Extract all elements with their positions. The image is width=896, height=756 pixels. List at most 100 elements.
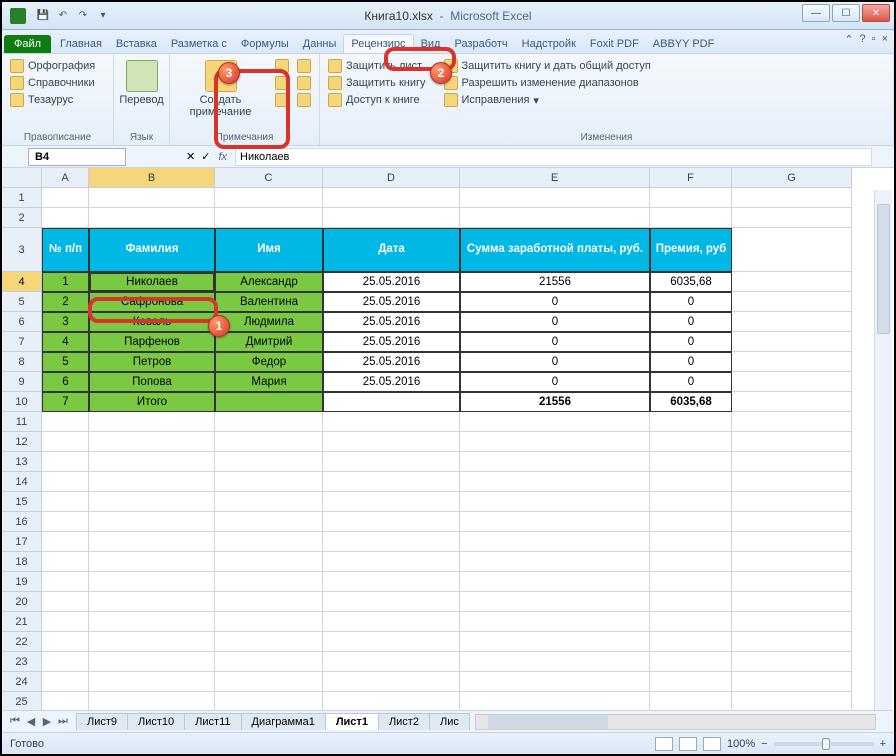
row-header[interactable]: 22	[2, 632, 42, 652]
table-cell[interactable]: 0	[460, 332, 650, 352]
row-header[interactable]: 23	[2, 652, 42, 672]
table-cell[interactable]: 6	[42, 372, 89, 392]
table-cell[interactable]: 4	[42, 332, 89, 352]
table-cell[interactable]: Попова	[89, 372, 215, 392]
table-cell[interactable]: 25.05.2016	[323, 312, 460, 332]
table-cell[interactable]: 25.05.2016	[323, 272, 460, 292]
close-workbook-icon[interactable]: ×	[882, 33, 888, 46]
qat-more-icon[interactable]: ▾	[94, 7, 112, 25]
view-layout-button[interactable]	[679, 737, 697, 751]
table-cell[interactable]: 1	[42, 272, 89, 292]
zoom-in-icon[interactable]: +	[880, 738, 886, 750]
track-changes-button[interactable]: Исправления ▾	[442, 92, 653, 108]
col-header-c[interactable]: C	[215, 168, 323, 188]
protect-share-button[interactable]: Защитить книгу и дать общий доступ	[442, 58, 653, 74]
close-button[interactable]: ✕	[862, 4, 890, 22]
table-cell[interactable]: Николаев	[89, 272, 215, 292]
reference-button[interactable]: Справочники	[8, 75, 107, 91]
row-header[interactable]: 3	[2, 228, 42, 272]
tab-view[interactable]: Вид	[414, 35, 448, 53]
tab-developer[interactable]: Разработч	[447, 35, 514, 53]
table-cell[interactable]: 0	[460, 312, 650, 332]
share-book-button[interactable]: Доступ к книге	[326, 92, 428, 108]
undo-icon[interactable]: ↶	[54, 7, 72, 25]
row-header[interactable]: 24	[2, 672, 42, 692]
table-cell[interactable]: Парфенов	[89, 332, 215, 352]
select-all-corner[interactable]	[2, 168, 42, 188]
allow-ranges-button[interactable]: Разрешить изменение диапазонов	[442, 75, 653, 91]
table-cell[interactable]: Людмила	[215, 312, 323, 332]
sheet-nav-prev-icon[interactable]: ◀	[24, 715, 38, 729]
sheet-tab[interactable]: Лист9	[76, 713, 128, 730]
zoom-level[interactable]: 100%	[727, 738, 755, 750]
zoom-out-icon[interactable]: −	[761, 738, 767, 750]
row-header[interactable]: 9	[2, 372, 42, 392]
fx-icon[interactable]: fx	[218, 151, 227, 163]
delete-comment-button[interactable]	[273, 58, 291, 74]
help-icon[interactable]: ?	[860, 33, 866, 46]
row-header[interactable]: 8	[2, 352, 42, 372]
sheet-nav-last-icon[interactable]: ⏭	[56, 715, 70, 729]
show-comment-button[interactable]	[295, 58, 313, 74]
horizontal-scrollbar[interactable]	[475, 714, 876, 730]
table-cell[interactable]: 0	[650, 312, 732, 332]
prev-comment-button[interactable]	[273, 75, 291, 91]
table-cell[interactable]: 25.05.2016	[323, 352, 460, 372]
table-cell[interactable]: 0	[460, 372, 650, 392]
row-header[interactable]: 17	[2, 532, 42, 552]
table-cell[interactable]: 0	[650, 292, 732, 312]
formula-input[interactable]: Николаев	[235, 148, 872, 166]
col-header-e[interactable]: E	[460, 168, 650, 188]
table-cell[interactable]: Дмитрий	[215, 332, 323, 352]
table-cell[interactable]: 0	[650, 352, 732, 372]
table-header[interactable]: Фамилия	[89, 228, 215, 272]
sheet-tab[interactable]: Лист11	[184, 713, 241, 730]
row-header[interactable]: 18	[2, 552, 42, 572]
table-cell[interactable]: Петров	[89, 352, 215, 372]
tab-file[interactable]: Файл	[4, 35, 51, 53]
next-comment-button[interactable]	[273, 92, 291, 108]
tab-abbyy[interactable]: ABBYY PDF	[646, 35, 722, 53]
view-break-button[interactable]	[703, 737, 721, 751]
name-box[interactable]: B4	[28, 148, 126, 166]
table-cell[interactable]: 3	[42, 312, 89, 332]
row-header[interactable]: 13	[2, 452, 42, 472]
show-ink-button[interactable]	[295, 92, 313, 108]
view-normal-button[interactable]	[655, 737, 673, 751]
col-header-d[interactable]: D	[323, 168, 460, 188]
table-header[interactable]: Имя	[215, 228, 323, 272]
cancel-icon[interactable]: ✕	[186, 150, 195, 163]
row-header[interactable]: 5	[2, 292, 42, 312]
show-all-button[interactable]	[295, 75, 313, 91]
row-header[interactable]: 7	[2, 332, 42, 352]
sheet-tab[interactable]: Лис	[429, 713, 470, 730]
maximize-button[interactable]: ☐	[832, 4, 860, 22]
table-cell[interactable]: Александр	[215, 272, 323, 292]
table-cell[interactable]: 6035,68	[650, 392, 732, 412]
table-cell[interactable]: 25.05.2016	[323, 332, 460, 352]
row-header[interactable]: 2	[2, 208, 42, 228]
table-header[interactable]: Сумма заработной платы, руб.	[460, 228, 650, 272]
table-cell[interactable]: 2	[42, 292, 89, 312]
table-cell[interactable]: 0	[650, 372, 732, 392]
table-cell[interactable]: 5	[42, 352, 89, 372]
table-cell[interactable]	[323, 392, 460, 412]
table-cell[interactable]: Федор	[215, 352, 323, 372]
table-header[interactable]: Премия, руб	[650, 228, 732, 272]
sheet-tab[interactable]: Диаграмма1	[241, 713, 326, 730]
row-header[interactable]: 11	[2, 412, 42, 432]
table-cell[interactable]: 0	[460, 352, 650, 372]
sheet-tab[interactable]: Лист2	[378, 713, 430, 730]
translate-button[interactable]: Перевод	[120, 58, 163, 108]
tab-home[interactable]: Главная	[53, 35, 109, 53]
table-cell[interactable]: 21556	[460, 272, 650, 292]
vertical-scrollbar[interactable]	[874, 190, 892, 710]
table-cell[interactable]: 0	[460, 292, 650, 312]
tab-foxit[interactable]: Foxit PDF	[583, 35, 646, 53]
table-cell[interactable]: Мария	[215, 372, 323, 392]
table-cell[interactable]: Итого	[89, 392, 215, 412]
col-header-g[interactable]: G	[732, 168, 852, 188]
col-header-f[interactable]: F	[650, 168, 732, 188]
row-header[interactable]: 16	[2, 512, 42, 532]
row-header[interactable]: 15	[2, 492, 42, 512]
